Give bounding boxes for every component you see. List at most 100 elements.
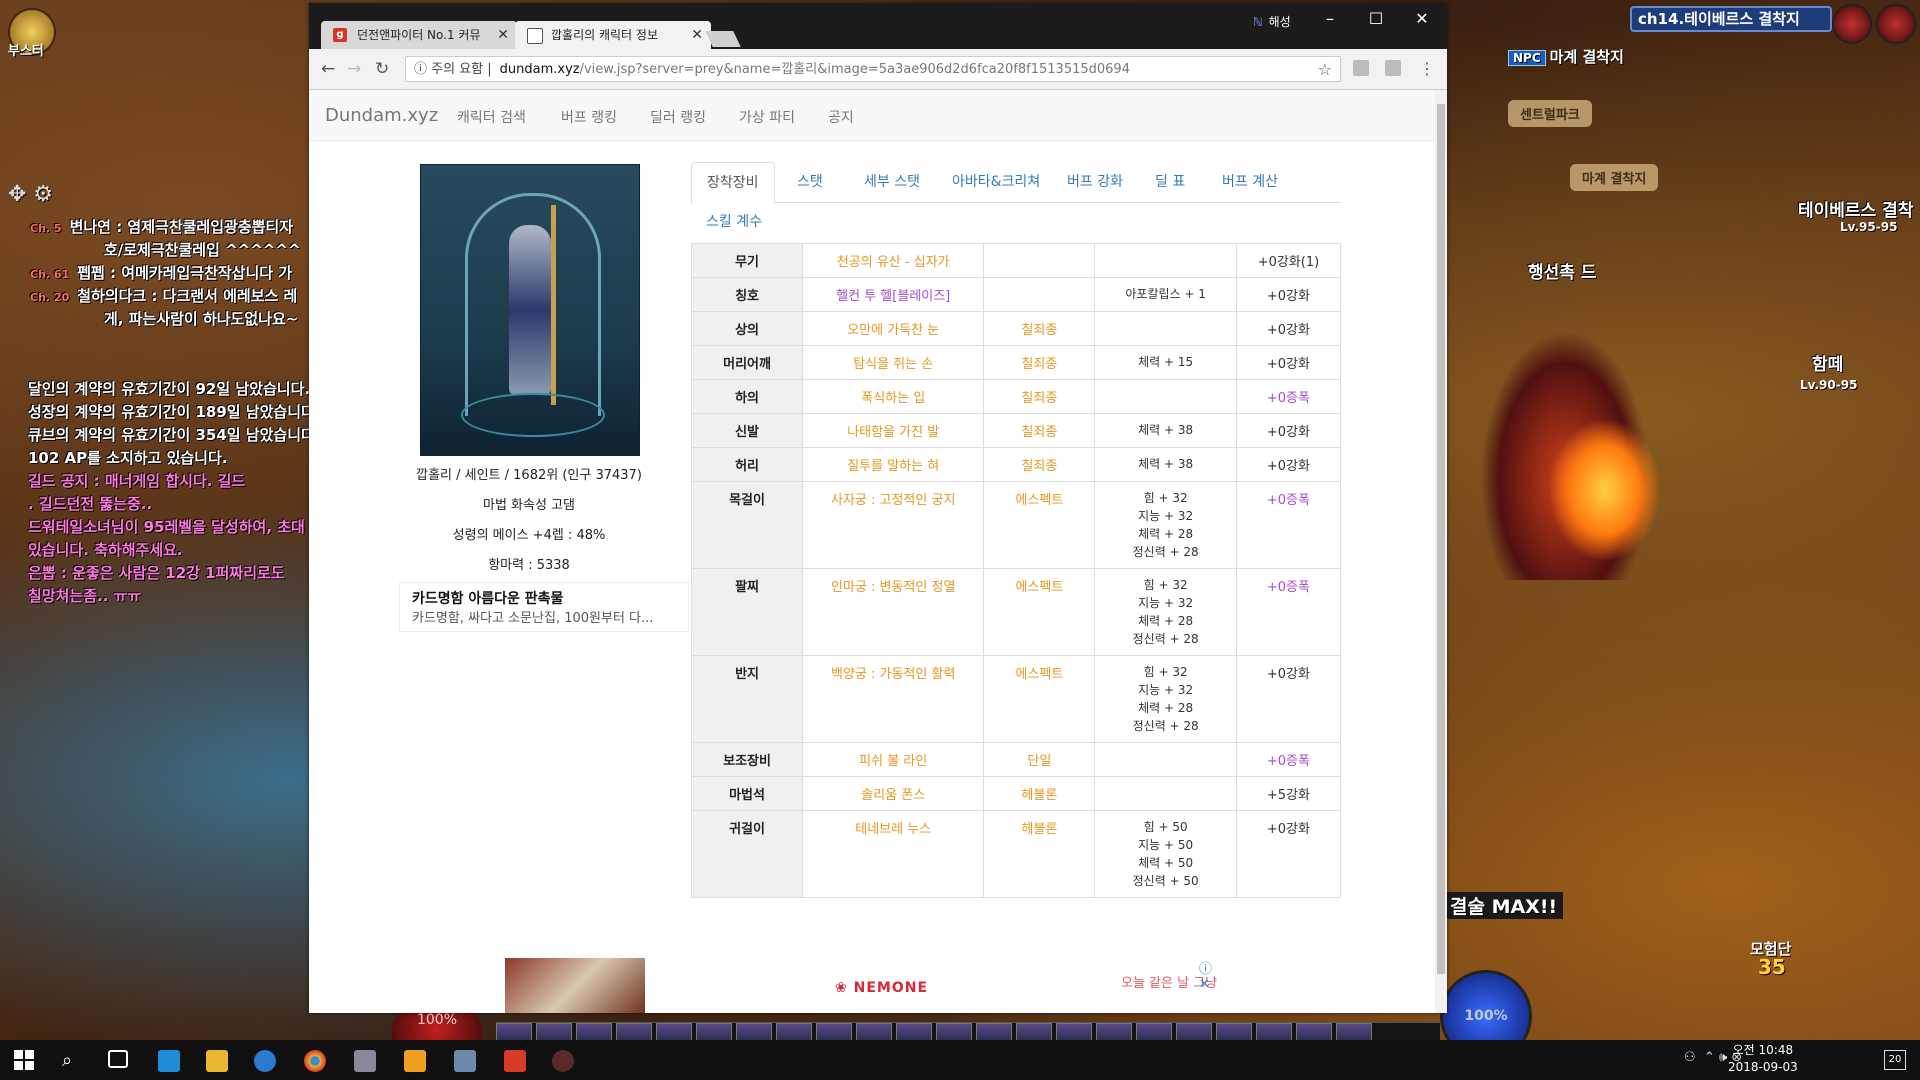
notification-icon[interactable]: 20 [1884,1050,1906,1070]
ad-close-icon[interactable]: ⓘ ✕ [1199,958,1225,992]
equipment-item[interactable]: 오만에 가득찬 눈 [802,311,985,346]
edge-icon[interactable] [158,1050,180,1072]
scroll-thumb[interactable] [1437,104,1445,974]
equipment-set: 칠죄종 [983,413,1096,448]
bookmark-star-icon[interactable]: ☆ [1318,57,1332,83]
bottom-ad[interactable]: ❀ NEMONE 오늘 같은 날 그냥 ⓘ ✕ [505,958,1225,1013]
app-icon[interactable] [454,1050,476,1072]
stat-line: 힘 + 32 [1143,491,1188,505]
extension-icon[interactable] [1385,60,1401,76]
portrait-circle [461,393,605,437]
equipment-item[interactable]: 나태함을 가진 발 [802,413,985,448]
equipment-stats: 체력 + 15 [1094,345,1237,380]
equipment-stats: 힘 + 32 지능 + 32 체력 + 28 정신력 + 28 [1094,481,1237,569]
page-scrollbar[interactable] [1435,90,1447,1013]
equipment-item[interactable]: 사자궁 : 고정적인 궁지 [802,481,985,569]
chrome-icon[interactable] [304,1050,326,1072]
tab-equipment[interactable]: 장착장비 [691,162,775,204]
browser-tab-character[interactable]: 깝홀리의 캐릭터 정보 ✕ [515,21,711,49]
equipment-item[interactable]: 헬컨 투 헬[블레이즈] [802,277,985,312]
maximize-button[interactable]: ☐ [1361,9,1391,28]
browser-tab-dnf[interactable]: g 던전앤파이터 No.1 커뮤 ✕ [321,21,517,49]
move-settings-icon[interactable]: ✥ ⚙ [8,182,53,207]
file-explorer-icon[interactable] [206,1050,228,1072]
app-icon[interactable] [504,1050,526,1072]
tab-avatar-creature[interactable]: 아바타&크리쳐 [937,162,1055,202]
equipment-item[interactable]: 폭식하는 입 [802,379,985,414]
equipment-item[interactable]: 피쉬 볼 라인 [802,742,985,777]
equipment-set: 헤블론 [983,776,1096,811]
app-icon[interactable] [354,1050,376,1072]
equipment-table: 무기 천공의 유산 - 십자가 +0강화(1) 칭호 헬컨 투 헬[블레이즈] 아포칼립스… [690,243,1342,898]
side-ad[interactable]: 카드명함 아름다운 판촉물 카드명함, 싸다고 소문난집, 100원부터 다..… [399,582,689,632]
equipment-set: 칠죄종 [983,447,1096,482]
close-icon[interactable]: ✕ [497,21,509,49]
stat-line: 체력 + 28 [1138,701,1194,715]
stat-line: 체력 + 50 [1138,856,1194,870]
notice-line: 길드 공지 : 매너게임 합시다. 길드 [28,472,246,490]
equipment-item[interactable]: 인마궁 : 변동적인 정열 [802,568,985,656]
close-window-button[interactable]: ✕ [1407,9,1437,28]
equipment-enhance: +0강화 [1235,447,1342,482]
reload-icon[interactable]: ↻ [375,59,389,79]
side-ad-subtitle: 카드명함, 싸다고 소문난집, 100원부터 다... [412,611,654,626]
back-icon[interactable]: ← [321,59,335,79]
task-view-icon[interactable] [108,1050,128,1068]
site-brand[interactable]: Dundam.xyz [325,105,438,126]
equipment-item[interactable]: 솔리움 폰스 [802,776,985,811]
nav-virtual-party[interactable]: 가상 파티 [739,107,795,127]
tab-detail-stats[interactable]: 세부 스탯 [849,162,935,202]
tab-stats[interactable]: 스탯 [782,162,838,202]
tab-buff-calc[interactable]: 버프 계산 [1207,162,1293,202]
hud-orbs[interactable] [1828,4,1916,48]
equipment-stats [1094,311,1237,346]
extension-icon[interactable] [1353,60,1369,76]
nav-notice[interactable]: 공지 [828,107,854,127]
character-summary: 깝홀리 / 세인트 / 1682위 (인구 37437) [416,468,642,483]
stat-line: 힘 + 32 [1143,578,1188,592]
equipment-slot: 하의 [690,379,804,414]
equipment-stats [1094,243,1237,278]
party-number: 35 [1758,955,1786,979]
hud-orb-icon[interactable] [1832,4,1872,44]
npc-badge[interactable]: NPC [1508,50,1546,66]
url-input[interactable]: ⓘ 주의 요함 | dundam.xyz/view.jsp?server=prey… [405,56,1341,82]
clock[interactable]: 오전 10:48 2018-09-03 [1728,1042,1798,1076]
equipment-slot: 귀걸이 [690,810,804,898]
url-host: dundam.xyz [499,62,580,77]
nav-dealer-ranking[interactable]: 딜러 랭킹 [650,107,706,127]
app-icon[interactable] [404,1050,426,1072]
browser-menu-icon[interactable]: ⋮ [1419,59,1435,78]
equipment-item[interactable]: 질투를 말하는 혀 [802,447,985,482]
equipment-set: 칠죄종 [983,311,1096,346]
forward-icon[interactable]: → [347,59,361,79]
nav-buff-ranking[interactable]: 버프 랭킹 [561,107,617,127]
profile-button[interactable]: ℕ 해성 [1253,13,1291,30]
tab-deal-table[interactable]: 딜 표 [1140,162,1200,202]
close-icon[interactable]: ✕ [691,21,703,49]
equipment-item[interactable]: 천공의 유산 - 십자가 [802,243,985,278]
hud-orb-icon[interactable] [1876,4,1916,44]
chat-text: 펩펩 : 여메카레입극찬작삽니다 가 [77,264,293,282]
equipment-enhance: +0강화 [1235,413,1342,448]
equipment-row: 팔찌 인마궁 : 변동적인 정열 에스펙트 힘 + 32 지능 + 32 체력 + 28 정… [690,568,1342,656]
equipment-item[interactable]: 탐식을 쥐는 손 [802,345,985,380]
equipment-item[interactable]: 백양궁 : 가동적인 활력 [802,655,985,743]
equipment-row: 칭호 헬컨 투 헬[블레이즈] 아포칼립스 + 1 +0강화 [690,277,1342,312]
chat-line: Ch. 61 펩펩 : 여메카레입극찬작삽니다 가 [30,262,292,283]
dnf-game-icon[interactable] [552,1050,574,1072]
page-icon [527,28,543,44]
nav-character-search[interactable]: 캐릭터 검색 [457,107,526,127]
search-icon[interactable]: ⌕ [62,1050,84,1072]
browser-titlebar: g 던전앤파이터 No.1 커뮤 ✕ 깝홀리의 캐릭터 정보 ✕ ℕ 해성 – ☐… [309,3,1447,49]
minimize-button[interactable]: – [1315,9,1345,28]
equipment-item[interactable]: 테네브레 누스 [802,810,985,898]
area-title: 마계 결착지 [1549,48,1624,66]
equipment-row: 머리어깨 탐식을 쥐는 손 칠죄종 체력 + 15 +0강화 [690,345,1342,380]
tab-buff-enhance[interactable]: 버프 강화 [1052,162,1138,202]
tab-skill-coef[interactable]: 스킬 계수 [691,202,777,242]
security-indicator[interactable]: ⓘ 주의 요함 | [414,62,492,77]
windows-start-icon[interactable] [14,1050,34,1070]
ie-icon[interactable] [254,1050,276,1072]
equipment-row: 보조장비 피쉬 볼 라인 단일 +0증폭 [690,742,1342,777]
